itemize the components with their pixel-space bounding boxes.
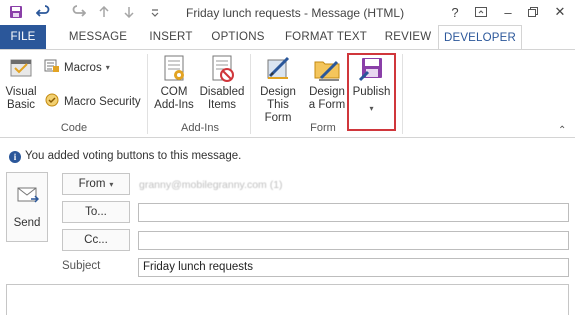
send-label: Send xyxy=(13,217,41,229)
collapse-ribbon-icon[interactable]: ⌃ xyxy=(558,125,566,136)
tab-format-text[interactable]: FORMAT TEXT xyxy=(278,25,374,50)
publish-highlight-box xyxy=(347,53,396,131)
macro-security-label: Macro Security xyxy=(64,95,141,108)
macros-label: Macros xyxy=(64,61,102,74)
tab-message[interactable]: MESSAGE xyxy=(60,25,136,50)
down-arrow-icon[interactable] xyxy=(121,4,137,20)
help-icon[interactable]: ? xyxy=(444,3,466,21)
macros-button[interactable]: Macros ▾ xyxy=(44,58,110,77)
cc-label: Cc... xyxy=(84,234,108,246)
com-addins-icon xyxy=(158,52,190,84)
macro-security-button[interactable]: Macro Security xyxy=(44,92,141,111)
visual-basic-label-1: Visual xyxy=(5,86,37,98)
group-divider xyxy=(250,54,251,134)
from-label: From xyxy=(78,178,106,190)
cc-button[interactable]: Cc... xyxy=(62,229,130,251)
tab-file[interactable]: FILE xyxy=(0,25,46,50)
disabled-items-button[interactable]: Disabled Items xyxy=(199,52,245,112)
visual-basic-icon xyxy=(5,52,37,84)
up-arrow-icon[interactable] xyxy=(96,4,112,20)
com-addins-label-2: Add-Ins xyxy=(154,99,194,111)
message-body[interactable] xyxy=(6,284,569,315)
to-label: To... xyxy=(85,206,107,218)
ribbon-tabs: FILE MESSAGE INSERT OPTIONS FORMAT TEXT … xyxy=(0,25,575,51)
group-label-code: Code xyxy=(60,122,88,134)
info-icon: i xyxy=(9,151,21,163)
design-this-form-label-1: Design xyxy=(260,86,296,98)
subject-field[interactable]: Friday lunch requests xyxy=(138,258,569,277)
tab-developer[interactable]: DEVELOPER xyxy=(438,25,522,51)
to-field[interactable] xyxy=(138,203,569,222)
design-this-form-button[interactable]: Design This Form xyxy=(253,52,303,125)
from-address: granny@mobilegranny.com (1) xyxy=(139,179,283,191)
send-button[interactable]: Send xyxy=(6,172,48,242)
group-label-addins: Add-Ins xyxy=(181,122,219,134)
design-a-form-label-2: a Form xyxy=(308,99,346,111)
macros-icon xyxy=(44,58,60,77)
send-envelope-icon xyxy=(17,187,40,208)
group-divider xyxy=(147,54,148,134)
group-label-form: Form xyxy=(310,122,336,134)
design-a-form-button[interactable]: Design a Form xyxy=(305,52,349,112)
subject-label: Subject xyxy=(62,260,101,272)
visual-basic-button[interactable]: Visual Basic xyxy=(3,52,39,112)
disabled-items-label-2: Items xyxy=(207,99,237,111)
com-addins-button[interactable]: COM Add-Ins xyxy=(152,52,196,112)
ribbon-display-icon[interactable] xyxy=(470,3,492,21)
save-icon[interactable] xyxy=(8,4,24,20)
disabled-items-label-1: Disabled xyxy=(199,86,245,98)
tab-review[interactable]: REVIEW xyxy=(380,25,436,50)
cc-field[interactable] xyxy=(138,231,569,250)
from-button[interactable]: From ▾ xyxy=(62,173,130,195)
tab-options[interactable]: OPTIONS xyxy=(204,25,272,50)
restore-icon[interactable] xyxy=(522,3,544,21)
com-addins-label-1: COM xyxy=(160,86,188,98)
tab-insert[interactable]: INSERT xyxy=(140,25,202,50)
visual-basic-label-2: Basic xyxy=(6,99,36,111)
design-this-form-icon xyxy=(262,52,294,84)
info-message: You added voting buttons to this message… xyxy=(25,150,242,162)
title-bar: Friday lunch requests - Message (HTML) ?… xyxy=(0,0,575,25)
group-divider xyxy=(402,54,403,134)
minimize-icon[interactable]: – xyxy=(497,3,519,21)
chevron-down-icon: ▾ xyxy=(105,63,110,72)
undo-icon[interactable] xyxy=(35,4,51,20)
design-a-form-label-1: Design xyxy=(309,86,345,98)
ribbon: Visual Basic Macros ▾ Macro Security Cod… xyxy=(0,50,575,138)
design-this-form-label-2: This Form xyxy=(264,99,292,124)
qat-customize-icon[interactable] xyxy=(147,4,163,20)
to-button[interactable]: To... xyxy=(62,201,130,223)
macro-security-icon xyxy=(44,92,60,111)
window-title: Friday lunch requests - Message (HTML) xyxy=(186,6,405,20)
chevron-down-icon: ▾ xyxy=(109,179,114,189)
redo-icon[interactable] xyxy=(71,4,87,20)
design-a-form-icon xyxy=(311,52,343,84)
disabled-items-icon xyxy=(206,52,238,84)
close-icon[interactable]: ✕ xyxy=(549,3,571,21)
